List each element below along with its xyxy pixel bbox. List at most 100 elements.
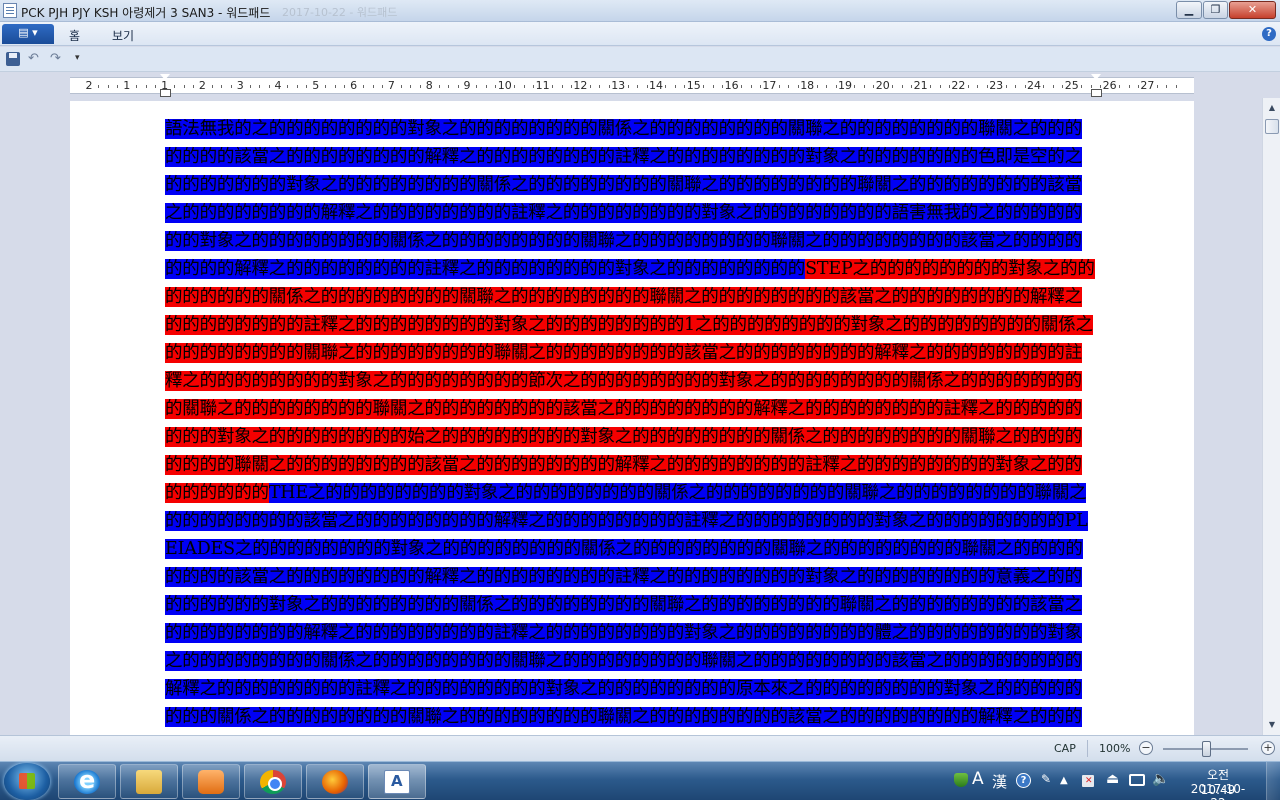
ruler-tick: [344, 85, 346, 88]
volume-icon[interactable]: 🔈: [1152, 771, 1169, 787]
ruler-tick: [816, 85, 818, 88]
maximize-button[interactable]: ❐: [1203, 1, 1228, 19]
ruler-label: 3: [236, 79, 244, 92]
taskbar-file-explorer[interactable]: [120, 764, 178, 799]
quick-access-toolbar: ↶ ↷ ▾: [0, 47, 1280, 72]
ime-help-icon[interactable]: ?: [1016, 773, 1031, 788]
ruler-label: 2: [85, 79, 93, 92]
ruler-tick: [410, 85, 412, 88]
tab-view[interactable]: 보기: [112, 27, 134, 44]
wordpad-icon: [384, 770, 410, 794]
ruler-tick: [259, 85, 261, 88]
wordpad-app-icon[interactable]: [3, 3, 17, 18]
taskbar: A 漢 ? ✎ ▲ ⏏ 🔈 오전 10:49 2017-10-22: [0, 761, 1280, 800]
ime-pad-icon[interactable]: ✎: [1041, 772, 1051, 786]
action-center-flag-icon[interactable]: [1082, 775, 1094, 787]
zoom-out-button[interactable]: −: [1139, 741, 1153, 755]
ruler-tick: [296, 85, 298, 88]
close-button[interactable]: ✕: [1229, 1, 1276, 19]
tab-home[interactable]: 홈: [69, 27, 80, 44]
start-button-icon[interactable]: [4, 763, 50, 800]
zoom-in-button[interactable]: +: [1261, 741, 1275, 755]
ruler-tick: [674, 85, 676, 88]
left-indent-marker[interactable]: [160, 74, 171, 97]
file-menu-button[interactable]: ▤ ▾: [2, 24, 54, 44]
ruler-tick: [788, 85, 790, 88]
ruler-label: 15: [686, 79, 701, 92]
ruler[interactable]: 2 1 1 2 3 4 5 6 7 8 9 10 11 12 13 14 15 16 17 18 19 20 21 22 23 2…: [70, 77, 1194, 94]
ime-hanja-icon[interactable]: 漢: [992, 771, 1007, 792]
internet-explorer-icon: [74, 766, 100, 794]
scroll-down-icon[interactable]: ▼: [1265, 717, 1279, 733]
show-desktop-button[interactable]: [1266, 762, 1280, 800]
ruler-tick: [967, 85, 969, 88]
ruler-tick: [221, 85, 223, 88]
ruler-tick: [1166, 85, 1168, 88]
usb-device-icon[interactable]: ⏏: [1106, 771, 1119, 787]
ruler-tick: [287, 85, 289, 88]
text-segment-red[interactable]: STEP之的的的的的的的的對象之的的的的的的的的關係之的的的的的的的的關聯之的的…: [165, 259, 1095, 503]
ruler-label: 24: [1027, 79, 1041, 92]
ruler-label: 10: [497, 79, 512, 92]
ruler-label: 5: [312, 79, 320, 92]
ruler-tick: [570, 85, 572, 88]
undo-icon[interactable]: ↶: [28, 51, 39, 66]
ruler-tick: [665, 85, 667, 88]
caps-lock-indicator: CAP: [1054, 742, 1076, 755]
taskbar-internet-explorer[interactable]: [58, 764, 116, 799]
ime-mode-a-icon[interactable]: A: [972, 769, 984, 789]
show-hidden-icons-chevron-icon[interactable]: ▲: [1060, 775, 1068, 786]
ruler-tick: [939, 85, 941, 88]
zoom-slider-thumb[interactable]: [1202, 741, 1211, 757]
scroll-thumb[interactable]: [1265, 119, 1279, 134]
document-text[interactable]: 語法無我的之的的的的的的的的對象之的的的的的的的的關係之的的的的的的的的關聯之的…: [165, 115, 1096, 735]
ruler-tick: [1156, 85, 1158, 88]
ruler-tick: [174, 85, 176, 88]
help-icon[interactable]: ?: [1262, 27, 1276, 41]
text-segment-blue-2[interactable]: THE之的的的的的的的的對象之的的的的的的的的關係之的的的的的的的的關聯之的的的…: [165, 483, 1088, 735]
ruler-tick: [826, 85, 828, 88]
ruler-label: 19: [838, 79, 852, 92]
ruler-label: 21: [913, 79, 928, 92]
ruler-tick: [334, 85, 336, 88]
ruler-label: 6: [350, 79, 358, 92]
ruler-tick: [363, 85, 365, 88]
ruler-tick: [155, 85, 157, 88]
ruler-tick: [514, 85, 516, 88]
ruler-label: 9: [463, 79, 471, 92]
ruler-tick: [1024, 85, 1026, 88]
customize-toolbar-chevron-icon[interactable]: ▾: [75, 53, 80, 63]
ruler-tick: [873, 85, 875, 88]
ruler-label: 20: [875, 79, 890, 92]
ruler-tick: [192, 85, 194, 88]
ruler-tick: [863, 85, 865, 88]
ruler-tick: [778, 85, 780, 88]
window-title-ghost: 2017-10-22 - 워드패드: [282, 6, 398, 19]
ruler-label: 4: [274, 79, 282, 92]
ruler-tick: [552, 85, 554, 88]
taskbar-chrome[interactable]: [244, 764, 302, 799]
clock-date[interactable]: 2017-10-22: [1184, 782, 1252, 800]
save-icon[interactable]: [6, 52, 20, 66]
network-icon[interactable]: [1129, 774, 1145, 786]
ruler-tick: [1005, 85, 1007, 88]
ruler-tick: [712, 85, 714, 88]
ruler-tick: [107, 85, 109, 88]
taskbar-media-player[interactable]: [182, 764, 240, 799]
scroll-up-icon[interactable]: ▲: [1265, 100, 1279, 116]
window-title: PCK PJH PJY KSH 아령제거 3 SAN3 - 워드패드: [21, 6, 271, 20]
ruler-tick: [901, 85, 903, 88]
firefox-icon: [322, 770, 348, 794]
document-page[interactable]: 語法無我的之的的的的的的的的對象之的的的的的的的的關係之的的的的的的的的關聯之的…: [70, 101, 1194, 735]
ruler-tick: [703, 85, 705, 88]
taskbar-firefox[interactable]: [306, 764, 364, 799]
ruler-tick: [1043, 85, 1045, 88]
security-shield-icon[interactable]: [954, 773, 968, 787]
minimize-button[interactable]: ▁: [1176, 1, 1202, 19]
redo-icon[interactable]: ↷: [50, 51, 61, 66]
text-segment-blue-1[interactable]: 語法無我的之的的的的的的的的對象之的的的的的的的的關係之的的的的的的的的關聯之的…: [165, 119, 1082, 279]
ruler-tick: [1128, 85, 1130, 88]
right-indent-marker[interactable]: [1091, 74, 1102, 97]
taskbar-wordpad[interactable]: [368, 764, 426, 799]
vertical-scrollbar[interactable]: ▲ ▼: [1262, 98, 1280, 735]
